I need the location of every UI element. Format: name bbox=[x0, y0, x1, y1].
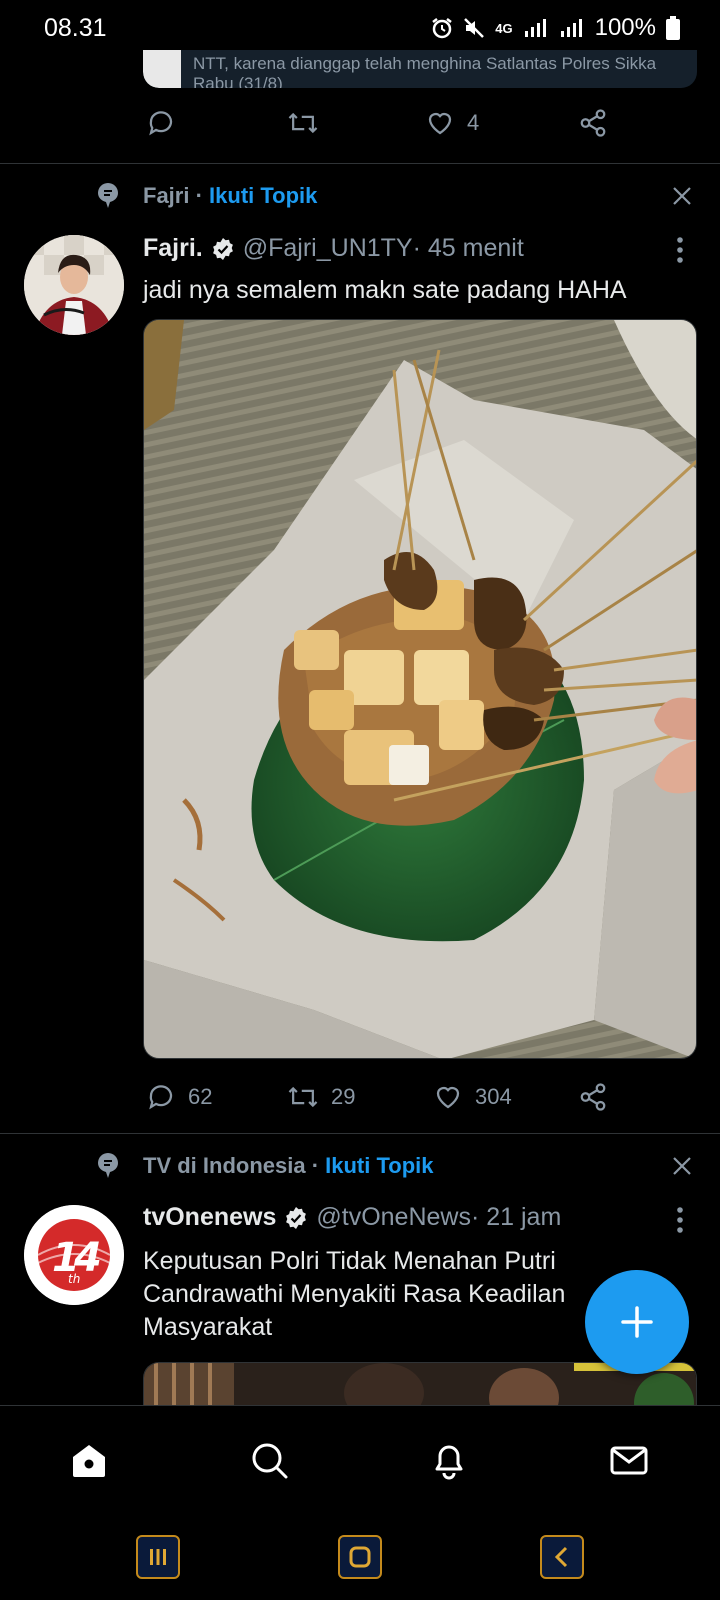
tvonenews-logo: 1 4 th bbox=[24, 1205, 124, 1305]
topic-label: TV di Indonesia · Ikuti Topik bbox=[143, 1153, 434, 1179]
topic-label: Fajri · Ikuti Topik bbox=[143, 183, 317, 209]
like-count: 4 bbox=[467, 110, 480, 135]
prev-news-thumb bbox=[143, 50, 181, 88]
compose-tweet-button[interactable] bbox=[585, 1270, 689, 1374]
tweet-text: jadi nya semalem makn sate padang HAHA bbox=[143, 276, 627, 304]
mail-icon bbox=[610, 1446, 648, 1475]
like-count: 304 bbox=[475, 1084, 512, 1109]
avatar-image bbox=[24, 235, 124, 335]
sate-padang-photo bbox=[144, 320, 696, 1058]
share-button[interactable] bbox=[578, 108, 608, 138]
divider bbox=[0, 1133, 720, 1134]
avatar[interactable]: 1 4 th bbox=[24, 1205, 124, 1305]
home-icon bbox=[73, 1445, 105, 1477]
retweet-button[interactable]: 29 bbox=[287, 1082, 355, 1112]
topic-icon bbox=[98, 183, 118, 208]
handle: @Fajri_UN1TY bbox=[242, 234, 413, 262]
share-button[interactable] bbox=[578, 1082, 608, 1112]
display-name[interactable]: tvOnenews bbox=[143, 1203, 276, 1232]
tweet-header: Fajri. @Fajri_UN1TY · 45 menit bbox=[143, 234, 524, 263]
verified-badge-icon bbox=[286, 1206, 307, 1229]
like-button[interactable]: 304 bbox=[433, 1082, 512, 1112]
mute-icon bbox=[464, 18, 485, 38]
follow-topic-link[interactable]: Ikuti Topik bbox=[325, 1153, 433, 1178]
follow-topic-link[interactable]: Ikuti Topik bbox=[209, 183, 317, 208]
divider bbox=[0, 163, 720, 164]
more-options-icon[interactable] bbox=[676, 1206, 684, 1234]
nav-messages[interactable] bbox=[607, 1438, 651, 1482]
status-time: 08.31 bbox=[44, 14, 107, 42]
signal-icon bbox=[524, 19, 546, 37]
topic-separator: · bbox=[305, 1153, 326, 1178]
topic-name: Fajri bbox=[143, 183, 190, 208]
tweet-photo[interactable] bbox=[143, 319, 697, 1059]
topic-name: TV di Indonesia bbox=[143, 1153, 306, 1178]
twitter-timeline-screen: 08.31 4G 100% NTT, karena dianggap telah… bbox=[0, 0, 720, 1600]
signal-icon-2 bbox=[560, 19, 582, 37]
nav-home[interactable] bbox=[67, 1438, 111, 1482]
system-navigation bbox=[0, 1515, 720, 1600]
display-name[interactable]: Fajri. bbox=[143, 234, 203, 263]
tweet-time: · 21 jam bbox=[470, 1203, 562, 1231]
topic-icon bbox=[98, 1153, 118, 1178]
more-options-icon[interactable] bbox=[676, 236, 684, 264]
nav-notifications[interactable] bbox=[427, 1438, 471, 1482]
close-icon[interactable] bbox=[670, 1154, 694, 1178]
share-icon bbox=[580, 1083, 606, 1111]
tweet-actions: 62 29 304 bbox=[0, 1082, 720, 1122]
tweet-text: Keputusan Polri Tidak Menahan Putri Cand… bbox=[143, 1247, 566, 1341]
bell-icon bbox=[435, 1445, 463, 1480]
heart-icon bbox=[428, 112, 452, 135]
recent-apps-button[interactable] bbox=[136, 1535, 180, 1579]
verified-badge-icon bbox=[212, 237, 233, 260]
retweet-count: 29 bbox=[331, 1084, 356, 1109]
home-square-icon bbox=[349, 1546, 371, 1568]
back-button[interactable] bbox=[540, 1535, 584, 1579]
share-icon bbox=[580, 109, 606, 137]
bottom-navigation bbox=[0, 1405, 720, 1515]
tweet-header: tvOnenews @tvOneNews · 21 jam bbox=[143, 1203, 561, 1232]
prev-news-card[interactable]: NTT, karena dianggap telah menghina Satl… bbox=[143, 50, 697, 88]
like-button[interactable]: 4 bbox=[425, 108, 479, 138]
topic-row: TV di Indonesia · Ikuti Topik bbox=[0, 1146, 720, 1186]
battery-icon bbox=[666, 16, 680, 40]
nav-search[interactable] bbox=[247, 1438, 291, 1482]
retweet-icon bbox=[288, 1086, 318, 1108]
retweet-icon bbox=[288, 112, 318, 134]
prev-tweet-actions: 4 bbox=[0, 108, 720, 148]
topic-row: Fajri · Ikuti Topik bbox=[0, 176, 720, 216]
status-icons: 4G 100% bbox=[431, 14, 680, 42]
prev-news-line2: Rabu (31/8) bbox=[193, 74, 283, 88]
avatar[interactable] bbox=[24, 235, 124, 335]
tweet-time: · 45 menit bbox=[412, 234, 524, 262]
search-icon bbox=[252, 1443, 288, 1479]
reply-count: 62 bbox=[188, 1084, 213, 1109]
retweet-button[interactable] bbox=[287, 108, 319, 138]
heart-icon bbox=[436, 1086, 460, 1109]
handle: @tvOneNews bbox=[316, 1203, 471, 1231]
reply-button[interactable] bbox=[146, 108, 176, 138]
recent-apps-icon bbox=[150, 1549, 166, 1565]
topic-separator: · bbox=[189, 183, 210, 208]
logo-suffix: th bbox=[68, 1272, 80, 1286]
alarm-icon bbox=[432, 18, 453, 39]
close-icon[interactable] bbox=[670, 184, 694, 208]
home-system-button[interactable] bbox=[338, 1535, 382, 1579]
plus-icon bbox=[621, 1306, 653, 1338]
network-type: 4G bbox=[495, 20, 513, 36]
reply-icon bbox=[149, 111, 173, 136]
reply-button[interactable]: 62 bbox=[146, 1082, 212, 1112]
reply-icon bbox=[149, 1085, 173, 1110]
prev-news-line1: NTT, karena dianggap telah menghina Satl… bbox=[193, 54, 657, 73]
battery-percent: 100% bbox=[594, 14, 656, 41]
back-icon bbox=[554, 1546, 568, 1568]
